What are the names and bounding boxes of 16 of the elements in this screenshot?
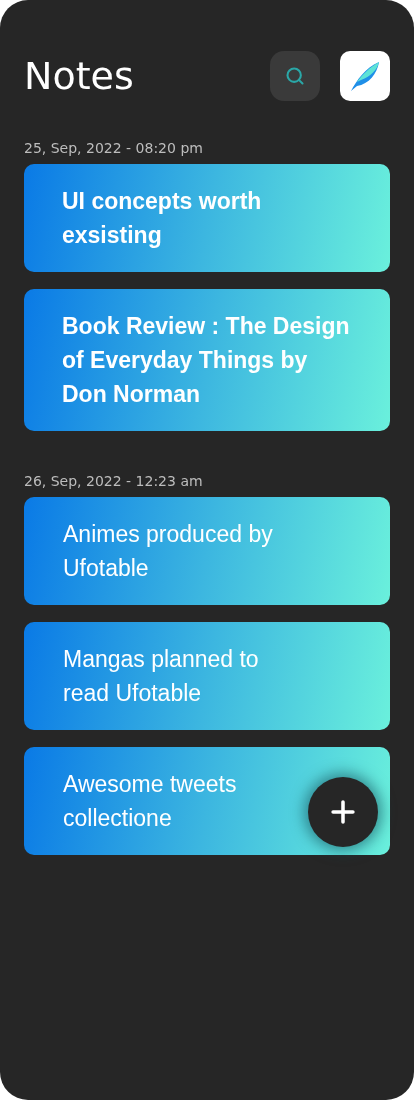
note-title: Awesome tweets collectione: [63, 770, 238, 833]
note-card[interactable]: Animes produced by Ufotable: [24, 497, 390, 605]
note-card[interactable]: Awesome tweets collectione: [24, 747, 390, 855]
note-title: Mangas planned to read Ufotable: [63, 645, 260, 708]
app-logo[interactable]: [340, 51, 390, 101]
note-card[interactable]: Book Review : The Design of Everyday Things by Don Norman: [24, 289, 390, 431]
note-card[interactable]: UI concepts worth exsisting: [24, 164, 390, 272]
date-label: 26, Sep, 2022 - 12:23 am: [24, 473, 204, 489]
search-icon: [285, 66, 305, 86]
date-label: 25, Sep, 2022 - 08:20 pm: [24, 140, 204, 156]
note-title: Animes produced by Ufotable: [63, 520, 274, 583]
note-title: Book Review : The Design of Everyday Things by Don Norman: [62, 312, 351, 409]
note-card[interactable]: Mangas planned to read Ufotable: [24, 622, 390, 730]
search-button[interactable]: [270, 51, 320, 101]
note-title: UI concepts worth exsisting: [62, 187, 263, 250]
page-title: Notes: [24, 54, 135, 98]
